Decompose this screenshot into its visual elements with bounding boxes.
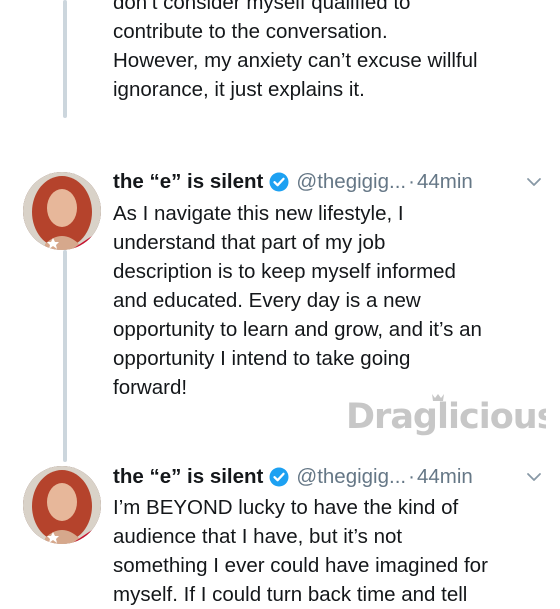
text-line: As I navigate this new lifestyle, I xyxy=(113,202,404,225)
text-line: don’t consider myself qualified to xyxy=(113,0,411,14)
svg-text:Draglicious: Draglicious xyxy=(346,397,546,437)
tweet-header: the “e” is silent @thegigig... · 44min xyxy=(113,463,544,491)
verified-badge-icon xyxy=(269,467,289,487)
timestamp[interactable]: 44min xyxy=(417,170,473,194)
text-line: opportunity to learn and grow, and it’s … xyxy=(113,318,482,341)
user-handle[interactable]: @thegigig... xyxy=(296,465,406,489)
text-line: opportunity I intend to take going xyxy=(113,347,411,370)
text-line: However, my anxiety can’t excuse willful xyxy=(113,49,478,72)
avatar-image xyxy=(23,466,101,544)
user-handle[interactable]: @thegigig... xyxy=(296,170,406,194)
tweet-text: I’m BEYOND lucky to have the kind of aud… xyxy=(113,493,542,609)
avatar-image xyxy=(23,172,101,250)
tweet-text: As I navigate this new lifestyle, I unde… xyxy=(113,199,542,402)
text-line: something I ever could have imagined for xyxy=(113,554,488,577)
text-line: understand that part of my job xyxy=(113,231,386,254)
text-line: and educated. Every day is a new xyxy=(113,289,421,312)
thread-line-middle xyxy=(63,250,67,462)
text-line: I’m BEYOND lucky to have the kind of xyxy=(113,496,459,519)
thread-line-top xyxy=(63,0,67,118)
timestamp[interactable]: 44min xyxy=(417,465,473,489)
avatar[interactable] xyxy=(23,466,101,544)
watermark-text-1: Drag xyxy=(346,397,437,437)
text-line: contribute to the conversation. xyxy=(113,20,388,43)
separator: · xyxy=(408,465,415,488)
text-line: description is to keep myself informed xyxy=(113,260,456,283)
separator: · xyxy=(408,170,415,193)
avatar[interactable] xyxy=(23,172,101,250)
watermark-logo: Draglicious xyxy=(346,388,558,444)
display-name[interactable]: the “e” is silent xyxy=(113,465,263,489)
text-line: myself. If I could turn back time and te… xyxy=(113,583,468,606)
tweet-text-previous: don’t consider myself qualified to contr… xyxy=(113,0,542,104)
text-line: audience that I have, but it’s not xyxy=(113,525,403,548)
text-line: ignorance, it just explains it. xyxy=(113,78,365,101)
tweet-header: the “e” is silent @thegigig... · 44min xyxy=(113,168,544,196)
chevron-down-icon[interactable] xyxy=(526,177,544,187)
chevron-down-icon[interactable] xyxy=(526,472,544,482)
verified-badge-icon xyxy=(269,172,289,192)
watermark-text-2: licious xyxy=(437,397,546,437)
display-name[interactable]: the “e” is silent xyxy=(113,170,263,194)
